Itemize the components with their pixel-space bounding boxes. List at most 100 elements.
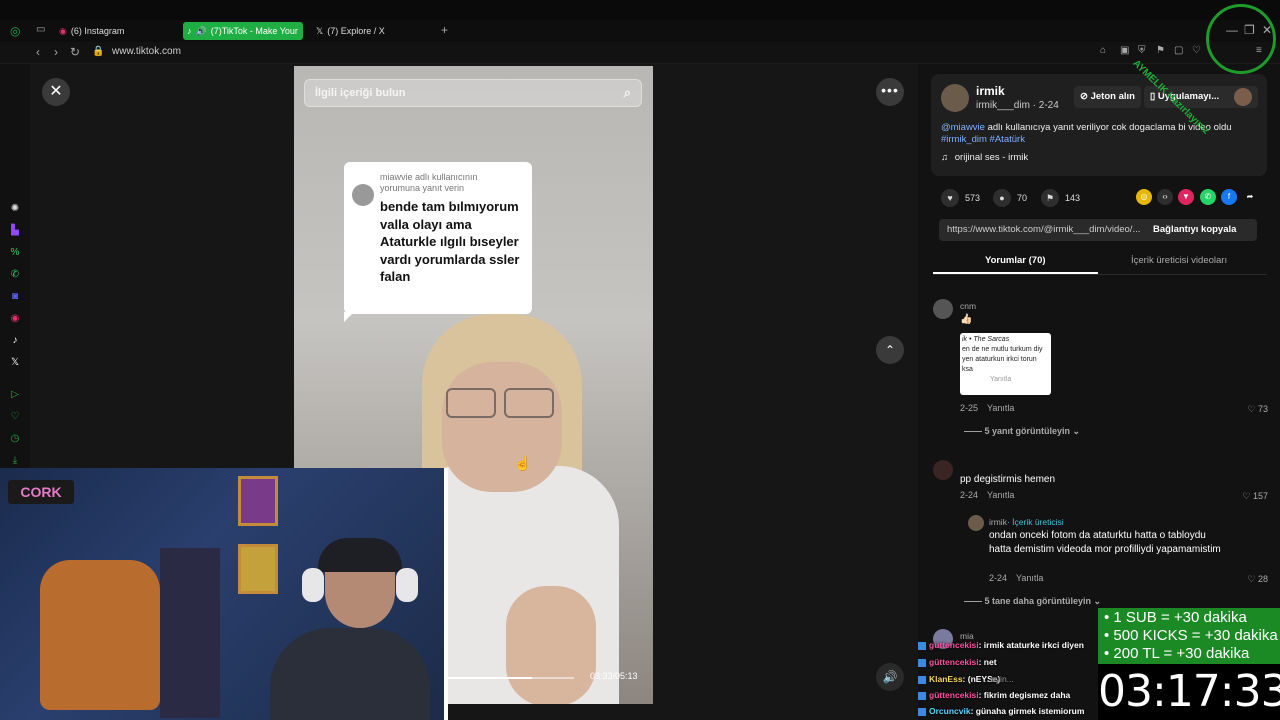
tab-instagram[interactable]: ◉ (6) Instagram <box>55 22 179 40</box>
url-field[interactable]: www.tiktok.com <box>112 46 181 57</box>
search-icon[interactable]: ⌕ <box>624 80 631 106</box>
lock-icon: 🔒 <box>92 46 105 57</box>
reply-button[interactable]: Yanıtla <box>987 490 1014 500</box>
tab-overview-icon[interactable]: ▭ <box>36 24 45 35</box>
twitch-icon[interactable]: ▙ <box>8 224 22 238</box>
view-replies[interactable]: —— 5 yanıt görüntüleyin ⌄ <box>964 426 1080 437</box>
instagram-sidebar-icon[interactable]: ◉ <box>8 312 22 326</box>
camera-icon[interactable]: ⌂ <box>1100 45 1106 56</box>
reply-user[interactable]: irmik· İçerik üreticisi <box>989 517 1064 527</box>
heart-icon: ♡ <box>1247 574 1256 584</box>
subathon-timer: 03:17:33 <box>1098 664 1280 720</box>
description-mention[interactable]: @miawvie <box>941 122 985 133</box>
comment-username[interactable]: cnm <box>960 301 976 311</box>
chat-user: güttencekisi <box>929 657 979 667</box>
facebook-share-icon[interactable]: f <box>1221 189 1237 205</box>
get-coins-button[interactable]: ⊘ Jeton alın <box>1074 86 1141 108</box>
box-icon[interactable]: ▢ <box>1174 45 1183 56</box>
downloads-icon[interactable]: ⤓ <box>8 454 22 468</box>
view-more-label: 5 tane daha görüntüleyin <box>984 596 1092 606</box>
snapshot-icon[interactable]: ▣ <box>1120 45 1129 56</box>
video-link[interactable]: https://www.tiktok.com/@irmik___dim/vide… <box>947 219 1147 241</box>
chat-text: : fikrim degismez daha <box>978 690 1071 700</box>
copy-link-button[interactable]: Bağlantıyı kopyala <box>1153 219 1236 241</box>
tab-divider <box>933 274 1267 275</box>
comment-avatar[interactable] <box>933 299 953 319</box>
tab-label: (7) Explore / X <box>327 26 385 36</box>
like-stat[interactable]: ♥ 573 <box>941 189 980 207</box>
player-icon[interactable]: ▷ <box>8 388 22 402</box>
creator-name[interactable]: irmik <box>976 84 1005 98</box>
webcam-border <box>444 468 448 720</box>
send-icon[interactable]: ▼ <box>1178 189 1194 205</box>
opera-gx-icon[interactable]: ◎ <box>10 24 20 38</box>
back-icon[interactable]: ‹ <box>36 45 40 59</box>
chat-badge-icon <box>918 707 926 716</box>
embed-icon[interactable]: ‹› <box>1157 189 1173 205</box>
chat-badge-icon <box>918 658 926 667</box>
chat-message: Orcuncvik: günaha girmek istemiorum <box>918 706 1084 716</box>
related-search-input[interactable]: İlgili içeriği bulun ⌕ <box>304 79 642 107</box>
tab-creator-videos[interactable]: İçerik üreticisi videoları <box>1131 255 1227 266</box>
speaker-icon: 🔊 <box>195 26 207 36</box>
forward-icon[interactable]: › <box>54 45 58 59</box>
line-icon: —— <box>964 426 982 436</box>
tab-label: (6) Instagram <box>70 26 125 36</box>
comment-count: 70 <box>1017 193 1028 203</box>
heart-icon[interactable]: ♡ <box>1192 45 1201 56</box>
comment-image-line: Yanıtla <box>990 376 1012 383</box>
save-stat[interactable]: ⚑ 143 <box>1041 189 1080 207</box>
close-video-button[interactable]: ✕ <box>42 78 70 106</box>
new-tab-icon[interactable]: + <box>441 23 448 37</box>
whatsapp-icon[interactable]: ✆ <box>8 268 22 282</box>
comment-avatar[interactable] <box>933 460 953 480</box>
reply-button[interactable]: Yanıtla <box>987 403 1014 413</box>
tiktok-icon: ♪ <box>187 26 192 36</box>
comment-stat[interactable]: ● 70 <box>993 189 1027 207</box>
video-progress-bar[interactable] <box>444 677 574 679</box>
more-options-button[interactable]: ••• <box>876 78 904 106</box>
reply-sticker-text: bende tam bılmıyorum valla olayı ama Ata… <box>380 199 520 284</box>
discord-icon[interactable]: ◙ <box>8 290 22 304</box>
chat-message: güttencekisi: net <box>918 657 997 667</box>
description-hashtags[interactable]: #irmik_dim #Atatürk <box>941 134 1025 145</box>
bookmark-icon[interactable]: ⚑ <box>1156 45 1165 56</box>
comment-like[interactable]: ♡ 73 <box>1236 404 1268 415</box>
tab-x[interactable]: 𝕏 (7) Explore / X <box>312 22 436 40</box>
reply-avatar[interactable] <box>968 515 984 531</box>
reply-like[interactable]: ♡ 28 <box>1236 574 1268 585</box>
headphones-right <box>396 568 418 602</box>
user-avatar[interactable] <box>1234 88 1252 106</box>
wall-logo: CORK <box>8 480 74 504</box>
address-bar: ‹ › ↻ 🔒 www.tiktok.com ⌂ ▣ ⛨ ⚑ ▢ ♡ ≡ <box>0 42 1280 64</box>
get-coins-label: Jeton alın <box>1090 91 1135 102</box>
stream-chat: güttencekisi: irmik ataturke irkci diyen… <box>918 636 1098 720</box>
percent-icon[interactable]: % <box>8 246 22 260</box>
headphones-left <box>302 568 324 602</box>
comment-like[interactable]: ♡ 157 <box>1230 491 1268 502</box>
reply-button[interactable]: Yanıtla <box>1016 573 1043 583</box>
reload-icon[interactable]: ↻ <box>70 45 80 59</box>
comment-image[interactable]: ik • The Sarcas en de ne mutlu turkum di… <box>960 333 1051 395</box>
window-top-strip <box>0 0 1280 20</box>
person-face <box>442 362 562 492</box>
share-arrow-icon[interactable]: ➦ <box>1242 189 1258 205</box>
coin-share-icon[interactable]: ◎ <box>1136 189 1152 205</box>
history-icon[interactable]: ◷ <box>8 432 22 446</box>
shield-icon[interactable]: ⛨ <box>1138 45 1146 56</box>
previous-video-button[interactable]: ⌃ <box>876 336 904 364</box>
tab-comments[interactable]: Yorumlar (70) <box>985 255 1046 266</box>
tiktok-sidebar-icon[interactable]: ♪ <box>8 334 22 348</box>
subathon-rule: • 500 KICKS = +30 dakika <box>1104 627 1278 644</box>
tab-tiktok[interactable]: ♪ 🔊 (7)TikTok - Make Your <box>183 22 303 40</box>
volume-button[interactable]: 🔊 <box>876 663 904 691</box>
sound-row[interactable]: ♫ orijinal ses - irmik <box>941 152 1028 163</box>
x-sidebar-icon[interactable]: 𝕏 <box>8 356 22 370</box>
wall-poster <box>238 476 278 526</box>
whatsapp-share-icon[interactable]: ✆ <box>1200 189 1216 205</box>
comment-text: pp degistirmis hemen <box>960 474 1056 485</box>
favorites-icon[interactable]: ♡ <box>8 410 22 424</box>
chatgpt-icon[interactable]: ✺ <box>8 202 22 216</box>
creator-avatar[interactable] <box>941 84 969 112</box>
view-more-replies[interactable]: —— 5 tane daha görüntüleyin ⌄ <box>964 596 1101 607</box>
